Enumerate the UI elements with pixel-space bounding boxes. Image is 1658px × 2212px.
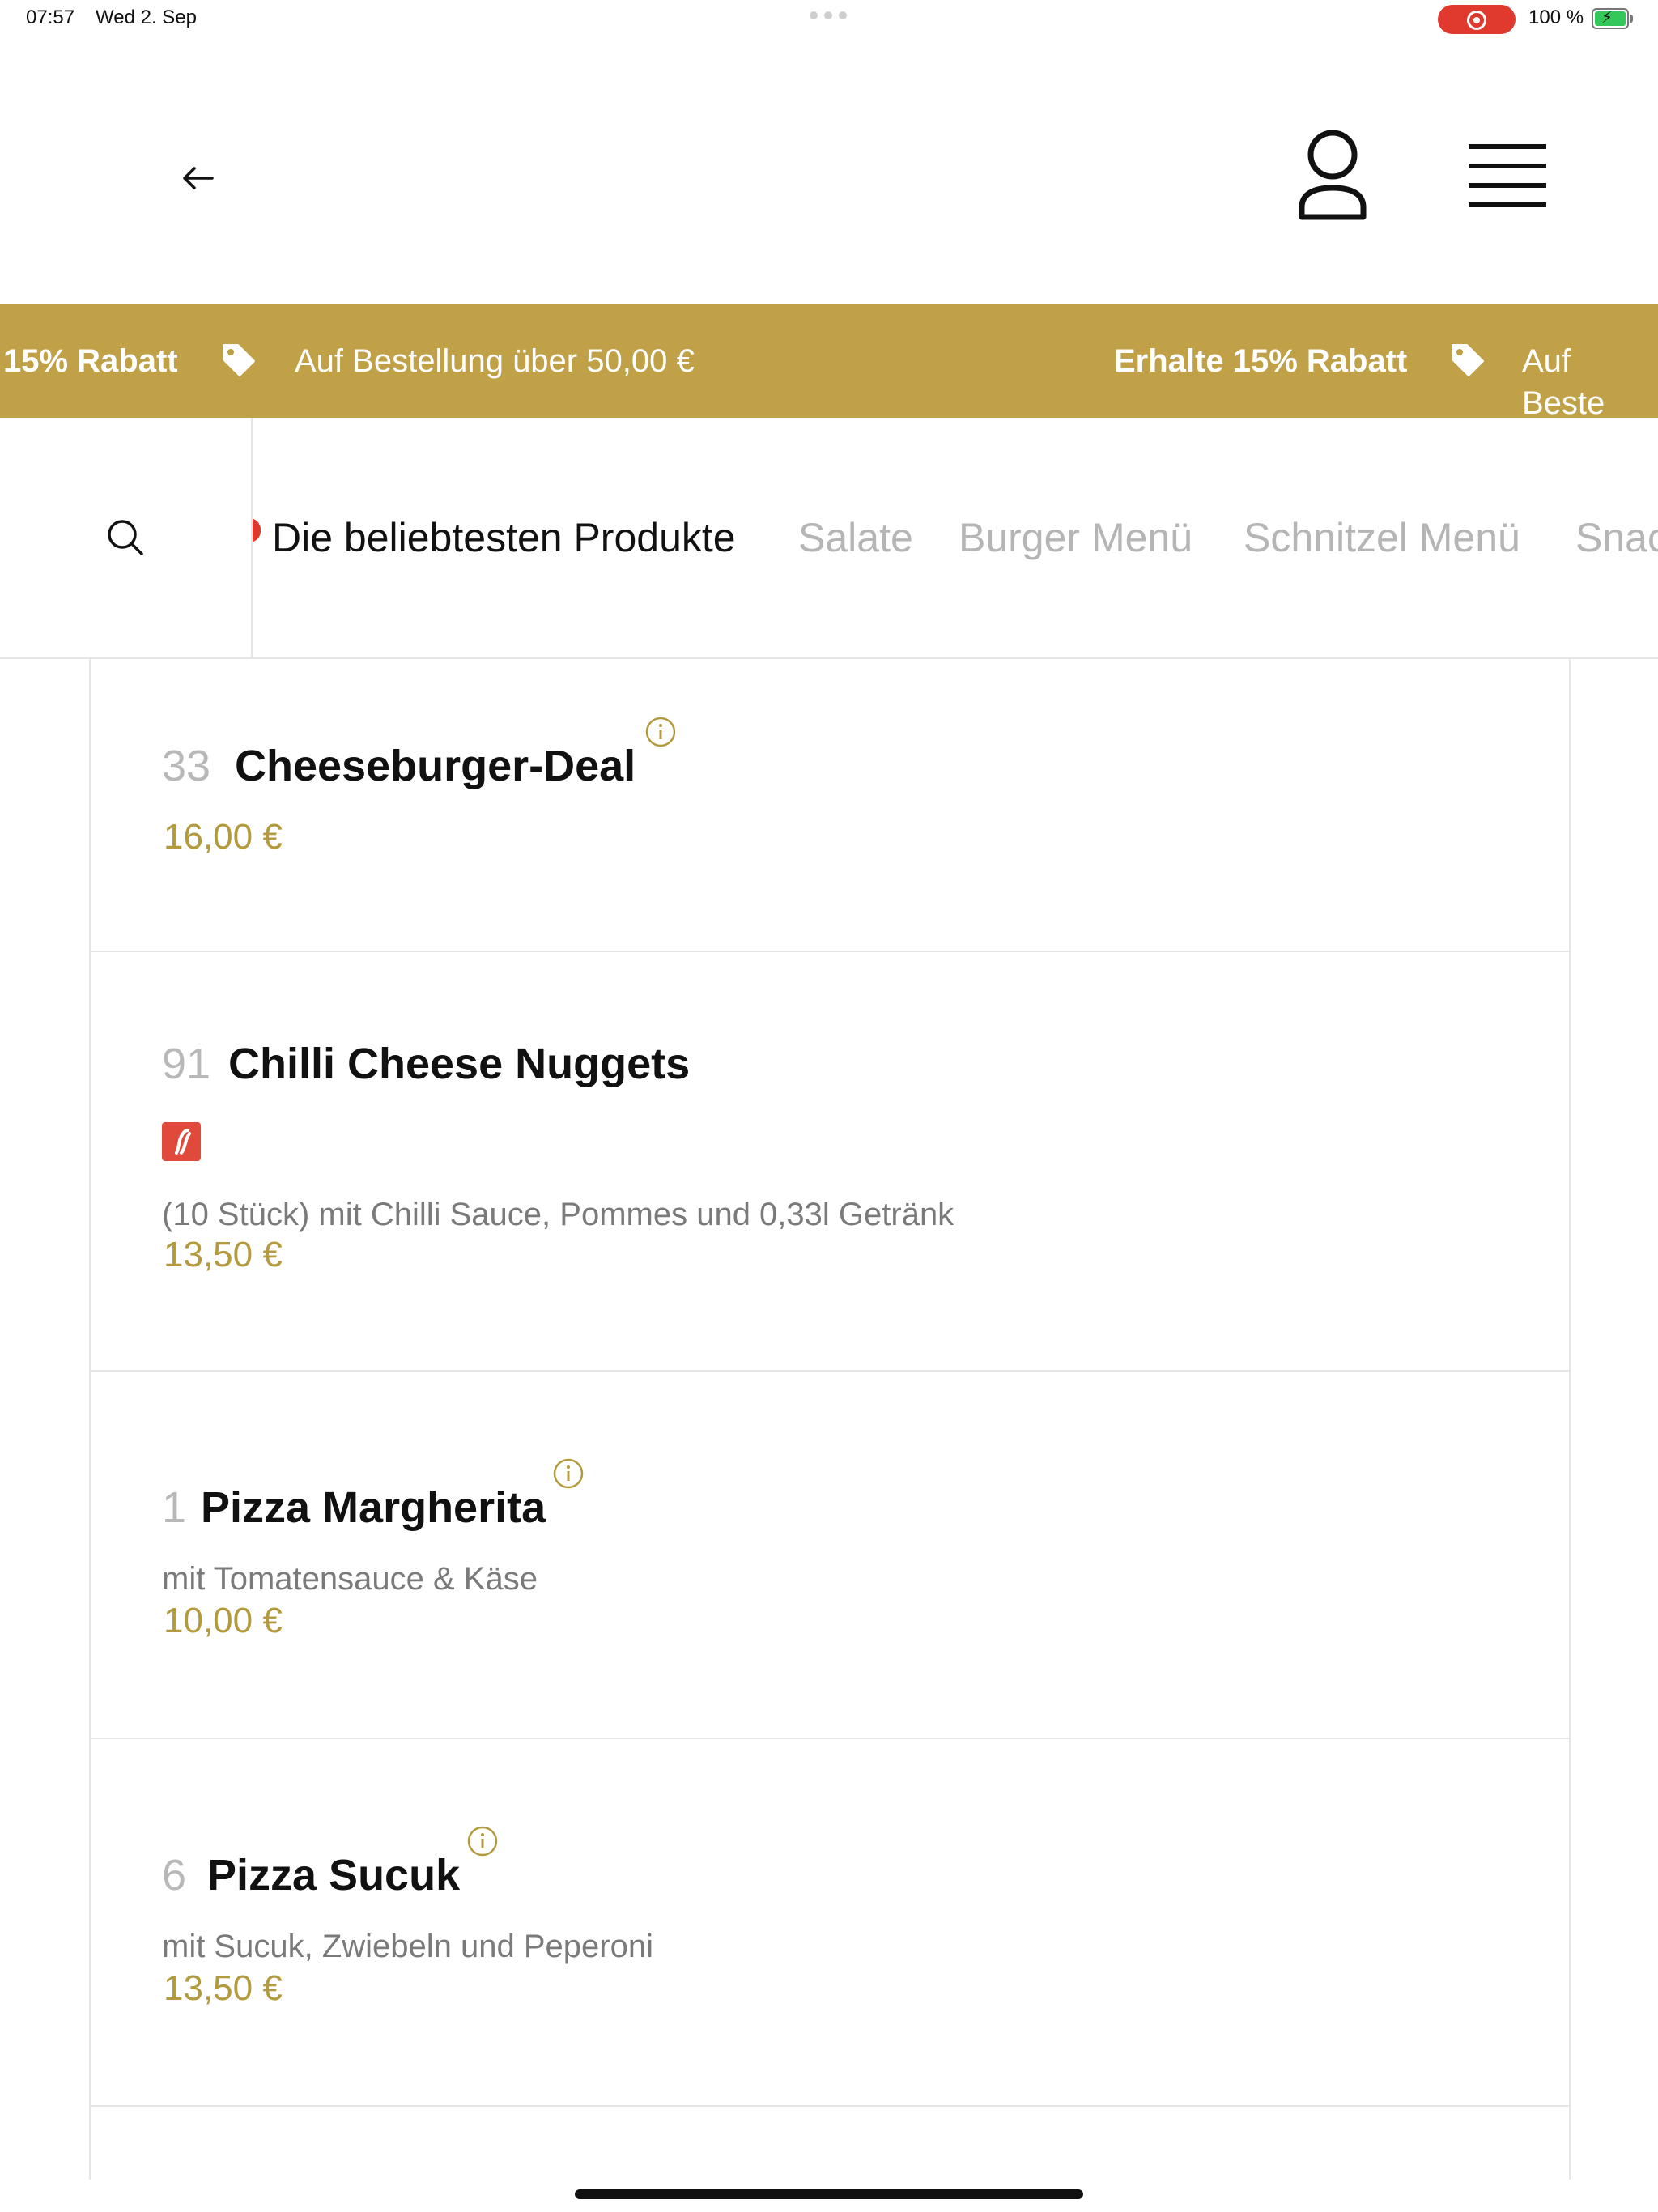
promo-discount-text: Erhalte 15% Rabatt (1114, 343, 1408, 379)
product-name: Cheeseburger-Deal (235, 742, 636, 790)
tag-icon (1452, 344, 1484, 376)
product-price: 13,50 € (164, 1235, 283, 1274)
app-header (0, 39, 1658, 304)
promo-condition-text: Auf Bestellung über 50,00 € (295, 343, 695, 379)
battery-percentage: 100 % (1528, 6, 1584, 28)
product-description: mit Tomatensauce & Käse (162, 1561, 538, 1597)
status-bar: 07:57 Wed 2. Sep 100 % ⚡ (0, 0, 1658, 39)
product-price: 13,50 € (164, 1968, 283, 2008)
multitasking-dots-icon[interactable] (810, 11, 848, 19)
search-icon (108, 520, 143, 555)
hamburger-menu-icon (1469, 144, 1546, 207)
product-name: Pizza Sucuk (207, 1851, 461, 1899)
product-number: 33 (162, 742, 211, 790)
home-indicator[interactable] (575, 2189, 1083, 2199)
product-price: 16,00 € (164, 817, 283, 857)
search-button[interactable] (0, 418, 253, 657)
status-date: Wed 2. Sep (96, 6, 197, 28)
tab-schnitzel-menu[interactable]: Schnitzel Menü (1244, 513, 1520, 562)
category-nav: Die beliebtesten Produkte Salate Burger … (0, 418, 1658, 659)
spicy-chili-icon (162, 1122, 201, 1161)
product-price: 10,00 € (164, 1601, 283, 1640)
arrow-left-icon (183, 167, 214, 189)
list-item[interactable]: 33 Cheeseburger-Deal 16,00 € (91, 657, 1569, 952)
tab-snacks[interactable]: Snac (1575, 513, 1658, 562)
back-button[interactable] (172, 152, 223, 204)
tab-salate[interactable]: Salate (798, 513, 913, 562)
info-icon[interactable] (552, 1457, 585, 1490)
battery-charging-icon: ⚡ (1592, 8, 1633, 29)
info-icon[interactable] (466, 1825, 499, 1857)
list-item[interactable]: 1 Pizza Margherita mit Tomatensauce & Kä… (91, 1372, 1569, 1739)
product-list: 33 Cheeseburger-Deal 16,00 € 91 Chilli C… (89, 657, 1571, 2180)
list-item[interactable]: 91 Chilli Cheese Nuggets (10 Stück) mit … (91, 952, 1569, 1372)
product-number: 1 (162, 1483, 187, 1532)
status-time: 07:57 (26, 6, 75, 28)
product-name: Pizza Margherita (201, 1483, 546, 1532)
product-number: 91 (162, 1040, 211, 1088)
promo-discount-text: 15% Rabatt (3, 343, 178, 379)
promo-banner: 15% Rabatt Auf Bestellung über 50,00 € E… (0, 304, 1658, 418)
tab-die-beliebtesten-produkte[interactable]: Die beliebtesten Produkte (272, 513, 736, 562)
menu-button[interactable] (1462, 136, 1553, 214)
product-description: mit Sucuk, Zwiebeln und Peperoni (162, 1929, 653, 1964)
active-category-indicator (253, 518, 261, 542)
info-icon[interactable] (644, 716, 677, 748)
tab-burger-menu[interactable]: Burger Menü (959, 513, 1192, 562)
account-button[interactable] (1292, 126, 1373, 223)
user-icon (1299, 130, 1367, 220)
category-tabs: Die beliebtesten Produkte Salate Burger … (253, 418, 1658, 657)
product-description: (10 Stück) mit Chilli Sauce, Pommes und … (162, 1197, 954, 1232)
list-item[interactable]: 6 Pizza Sucuk mit Sucuk, Zwiebeln und Pe… (91, 1739, 1569, 2107)
tag-icon (223, 344, 255, 376)
promo-condition-text: Auf Beste (1522, 343, 1605, 418)
product-name: Chilli Cheese Nuggets (228, 1040, 691, 1088)
product-number: 6 (162, 1851, 187, 1899)
screen-recording-icon[interactable] (1438, 5, 1516, 34)
